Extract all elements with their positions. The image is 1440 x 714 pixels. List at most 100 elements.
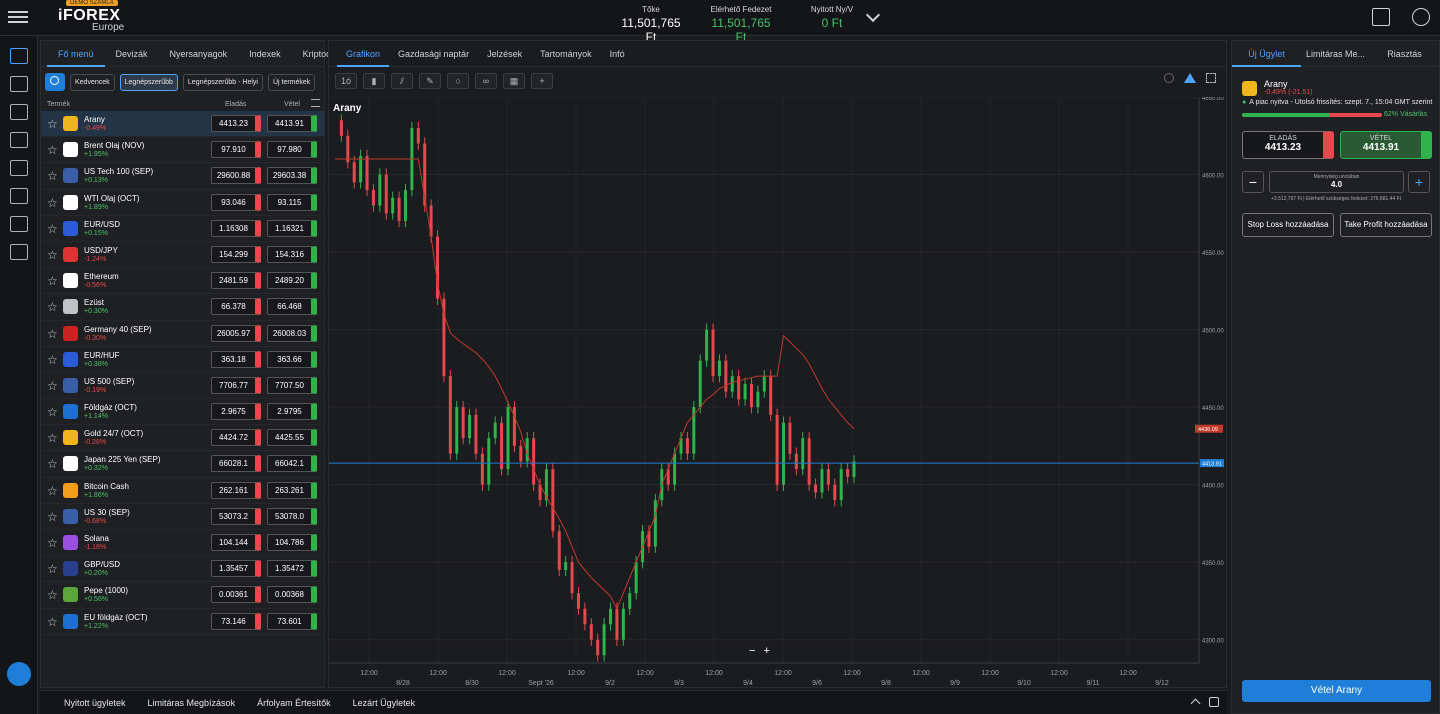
instrument-row[interactable]: ☆ GBP/USD +0.20% 1.35457 1.35472: [41, 556, 324, 583]
instrument-row[interactable]: ☆ Földgáz (OCT) +1.14% 2.9675 2.9795: [41, 399, 324, 426]
gear-icon[interactable]: [1164, 73, 1174, 83]
chat-icon[interactable]: [7, 662, 31, 686]
buy-price-button[interactable]: 53078.0: [267, 507, 317, 525]
buy-price-button[interactable]: 97.980: [267, 141, 317, 159]
instrument-row[interactable]: ☆ Pepe (1000) +0.56% 0.00361 0.00368: [41, 582, 324, 609]
sell-price-button[interactable]: 29600.88: [211, 167, 261, 185]
buy-price-button[interactable]: 1.35472: [267, 560, 317, 578]
chevron-up-icon[interactable]: [1190, 698, 1201, 709]
star-icon[interactable]: ☆: [47, 562, 58, 576]
quantity-field[interactable]: Mennyiség unciában 4.0: [1269, 171, 1404, 193]
buy-price-button[interactable]: 73.601: [267, 612, 317, 630]
tab-new-trade[interactable]: Új Ügylet: [1232, 41, 1301, 67]
dollar-circle-icon[interactable]: ○: [447, 73, 469, 89]
star-icon[interactable]: ☆: [47, 484, 58, 498]
filter-favorites[interactable]: Kedvencek: [70, 73, 115, 91]
sell-price-button[interactable]: 2481.59: [211, 272, 261, 290]
buy-price-button[interactable]: 104.786: [267, 534, 317, 551]
buy-price-button[interactable]: 29603.38: [267, 167, 317, 185]
zoom-out-button[interactable]: −: [749, 645, 755, 657]
mail-icon[interactable]: [1372, 8, 1390, 26]
sell-price-button[interactable]: 66028.1: [211, 455, 261, 473]
star-icon[interactable]: ☆: [47, 169, 58, 183]
tab-info[interactable]: Infó: [601, 41, 634, 67]
tab-alert[interactable]: Riasztás: [1370, 41, 1439, 67]
filter-popular[interactable]: Legnépszerűbb: [119, 73, 178, 91]
instrument-row[interactable]: ☆ Japan 225 Yen (SEP) +0.32% 66028.1 66042.1: [41, 451, 324, 478]
settings-sliders-icon[interactable]: [311, 99, 320, 107]
instrument-row[interactable]: ☆ WTI Olaj (OCT) +1.89% 93.046 93.115: [41, 190, 324, 216]
sell-price-button[interactable]: 7706.77: [211, 376, 261, 394]
filter-new[interactable]: Új termékek: [267, 73, 316, 91]
buy-price-button[interactable]: 1.16321: [267, 219, 317, 237]
sell-price-button[interactable]: 66.378: [211, 298, 261, 316]
headset-icon[interactable]: [1412, 8, 1430, 26]
star-icon[interactable]: ☆: [47, 536, 58, 550]
buy-price-button[interactable]: 93.115: [267, 193, 317, 211]
filter-popular-local[interactable]: Legnépszerűbb - Helyi: [182, 73, 263, 91]
instrument-row[interactable]: ☆ Ezüst +0.30% 66.378 66.468: [41, 294, 324, 321]
tab-limit-orders[interactable]: Limitáras Megbízások: [148, 698, 236, 708]
sell-price-button[interactable]: 363.18: [211, 350, 261, 368]
buy-gold-button[interactable]: Vétel Arany: [1242, 680, 1431, 702]
star-icon[interactable]: ☆: [47, 379, 58, 393]
star-icon[interactable]: ☆: [47, 405, 58, 419]
star-icon[interactable]: ☆: [47, 353, 58, 367]
tab-indices[interactable]: Indexek: [238, 41, 292, 67]
tab-chart[interactable]: Grafikon: [337, 41, 390, 67]
star-icon[interactable]: ☆: [47, 615, 58, 629]
sell-price-button[interactable]: 2.9675: [211, 403, 261, 421]
tab-economic-calendar[interactable]: Gazdasági naptár: [389, 41, 478, 67]
buy-price-button[interactable]: 66.468: [267, 298, 317, 316]
star-icon[interactable]: ☆: [47, 248, 58, 262]
buy-price-button[interactable]: 4413.91: [267, 115, 317, 132]
candles-icon[interactable]: ▮: [363, 73, 385, 89]
pencil-icon[interactable]: ✎: [419, 73, 441, 89]
buy-price-button[interactable]: 0.00368: [267, 586, 317, 604]
star-icon[interactable]: ☆: [47, 143, 58, 157]
portfolio-icon[interactable]: [10, 76, 28, 92]
deposit-icon[interactable]: [10, 244, 28, 260]
buy-price-button[interactable]: 7707.50: [267, 376, 317, 394]
buy-price-button[interactable]: 4425.55: [267, 429, 317, 447]
trading-icon[interactable]: [10, 48, 28, 64]
tab-closed-trades[interactable]: Lezárt Ügyletek: [353, 698, 416, 708]
sell-price-button[interactable]: 1.35457: [211, 560, 261, 578]
instrument-row[interactable]: ☆ US 30 (SEP) -0.68% 53073.2 53078.0: [41, 504, 324, 530]
handshake-icon[interactable]: [10, 132, 28, 148]
video-icon[interactable]: [10, 188, 28, 204]
star-icon[interactable]: ☆: [47, 117, 58, 131]
tab-price-alerts[interactable]: Árfolyam Értesítők: [257, 698, 331, 708]
sell-price-button[interactable]: 4413.23: [211, 115, 261, 132]
sell-price-button[interactable]: 4424.72: [211, 429, 261, 447]
sell-price-button[interactable]: 53073.2: [211, 507, 261, 525]
instrument-row[interactable]: ☆ US 500 (SEP) -0.19% 7706.77 7707.50: [41, 373, 324, 400]
buy-price-button[interactable]: 2.9795: [267, 403, 317, 421]
indicators-icon[interactable]: ⫽: [391, 73, 413, 89]
tab-currencies[interactable]: Devizák: [105, 41, 159, 67]
instrument-row[interactable]: ☆ USD/JPY -1.24% 154.299 154.316: [41, 242, 324, 269]
sell-price-button[interactable]: 73.146: [211, 612, 261, 630]
education-icon[interactable]: [10, 160, 28, 176]
sell-price-button[interactable]: 154.299: [211, 245, 261, 263]
star-icon[interactable]: ☆: [47, 327, 58, 341]
buy-price-button[interactable]: 363.66: [267, 350, 317, 368]
star-icon[interactable]: ☆: [47, 300, 58, 314]
link-icon[interactable]: ∞: [475, 73, 497, 89]
instrument-row[interactable]: ☆ EU földgáz (OCT) +1.22% 73.146 73.601: [41, 609, 324, 635]
search-icon[interactable]: [45, 73, 65, 91]
sell-price-button[interactable]: 93.046: [211, 193, 261, 211]
timeframe-button[interactable]: 1ó: [335, 73, 357, 89]
instrument-row[interactable]: ☆ EUR/HUF +0.38% 363.18 363.66: [41, 347, 324, 373]
quantity-increase-button[interactable]: +: [1408, 171, 1430, 193]
buy-price-button[interactable]: 66042.1: [267, 455, 317, 473]
sell-price-button[interactable]: 104.144: [211, 534, 261, 551]
instrument-row[interactable]: ☆ Solana -1.18% 104.144 104.786: [41, 530, 324, 557]
instrument-row[interactable]: ☆ US Tech 100 (SEP) +0.13% 29600.88 29603.38: [41, 163, 324, 190]
tab-limit-order[interactable]: Limitáras Me...: [1301, 41, 1370, 67]
add-stop-loss-button[interactable]: Stop Loss hozzáadása: [1242, 213, 1334, 237]
tab-signals[interactable]: Jelzések: [478, 41, 531, 67]
instrument-row[interactable]: ☆ Arany -0.49% 4413.23 4413.91: [41, 111, 324, 138]
star-icon[interactable]: ☆: [47, 196, 58, 210]
sell-price-button[interactable]: 0.00361: [211, 586, 261, 604]
